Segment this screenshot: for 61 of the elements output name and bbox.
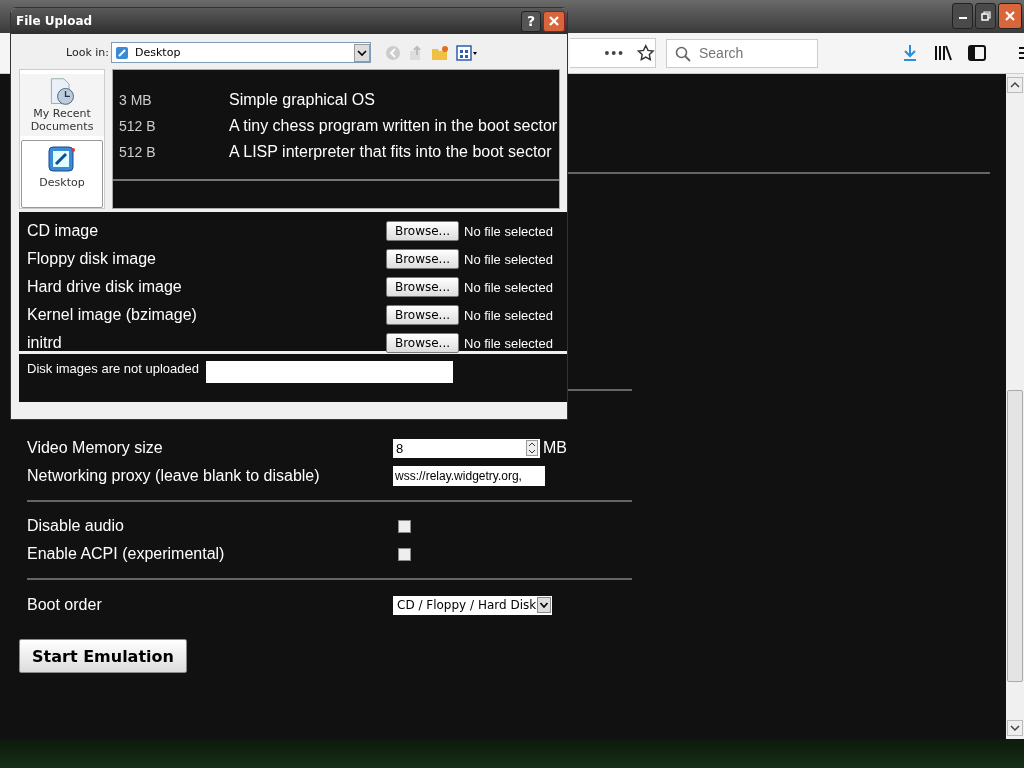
look-in-dropdown[interactable]: Desktop — [111, 42, 371, 63]
setting-label: Disable audio — [27, 517, 125, 535]
places-item[interactable]: My Recent Documents — [20, 74, 104, 136]
upload-label: Kernel image (bzimage) — [26, 306, 198, 324]
file-size: 512 B — [118, 144, 157, 160]
more-icon[interactable] — [604, 50, 624, 56]
download-icon[interactable] — [902, 44, 918, 62]
library-icon[interactable] — [934, 45, 952, 61]
browse-button[interactable]: Browse... — [386, 249, 459, 269]
setting-label: Video Memory size — [27, 439, 164, 457]
setting-label: Networking proxy (leave blank to disable) — [27, 467, 321, 485]
browse-button[interactable]: Browse... — [386, 333, 459, 353]
close-button[interactable] — [998, 3, 1022, 29]
search-field[interactable]: Search — [666, 38, 818, 68]
file-status: No file selected — [464, 307, 553, 323]
file-description: A LISP interpreter that fits into the boot sector — [229, 143, 552, 161]
upload-label: Floppy disk image — [26, 250, 157, 268]
file-status: No file selected — [464, 223, 553, 239]
sidebar-icon[interactable] — [968, 45, 986, 61]
close-button[interactable] — [543, 10, 565, 32]
boot-order-select[interactable]: CD / Floppy / Hard Disk — [393, 595, 552, 615]
browse-button[interactable]: Browse... — [386, 221, 459, 241]
view-menu-icon[interactable] — [456, 44, 478, 61]
new-folder-icon[interactable] — [431, 44, 449, 61]
upload-label: CD image — [26, 222, 100, 240]
help-button[interactable]: ? — [521, 10, 541, 32]
file-status: No file selected — [464, 335, 553, 351]
upload-label: initrd — [26, 334, 63, 352]
minimize-button[interactable] — [952, 3, 973, 29]
file-description: A tiny chess program written in the boot sector — [229, 117, 558, 135]
unit-label: MB — [543, 439, 567, 457]
scroll-down-icon[interactable] — [1007, 720, 1023, 736]
dialog-title: File Upload — [16, 14, 94, 28]
desktop-icon — [115, 45, 129, 60]
file-status: No file selected — [464, 251, 553, 267]
browse-button[interactable]: Browse... — [386, 305, 459, 325]
file-size: 3 MB — [118, 92, 153, 108]
proxy-field[interactable]: wss://relay.widgetry.org, — [393, 466, 545, 486]
setting-label: Enable ACPI (experimental) — [27, 545, 226, 563]
upload-label: Hard drive disk image — [26, 278, 183, 296]
close-icon — [1004, 10, 1016, 22]
restore-icon — [980, 11, 991, 21]
checkbox[interactable] — [398, 519, 411, 533]
input-field[interactable] — [206, 361, 453, 383]
start-emulation-button[interactable]: Start Emulation — [19, 639, 187, 673]
file-status: No file selected — [464, 279, 553, 295]
setting-label: Boot order — [27, 596, 103, 614]
file-description: Simple graphical OS — [229, 91, 375, 109]
scrollbar[interactable] — [1006, 74, 1024, 739]
browse-button[interactable]: Browse... — [386, 277, 459, 297]
look-in-label: Look in: — [66, 46, 110, 59]
scroll-up-icon[interactable] — [1007, 77, 1023, 93]
places-item[interactable]: Desktop — [21, 140, 103, 208]
restore-button[interactable] — [975, 3, 996, 29]
star-icon[interactable] — [637, 44, 655, 62]
upload-note: Disk images are not uploaded — [26, 361, 200, 376]
close-icon — [548, 15, 560, 27]
spinner-icon[interactable] — [526, 440, 538, 456]
checkbox[interactable] — [398, 547, 411, 561]
number-field[interactable]: 8 — [393, 438, 540, 458]
file-size: 512 B — [118, 118, 157, 134]
